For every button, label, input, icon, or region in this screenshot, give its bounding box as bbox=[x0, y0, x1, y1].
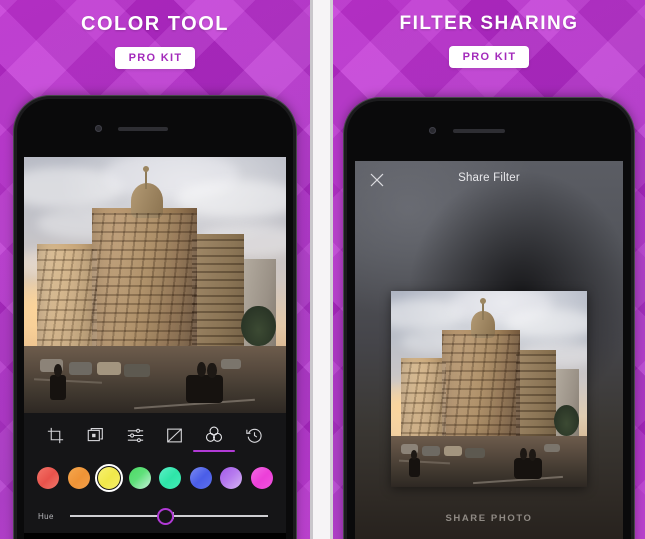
panel-color-tool: COLOR TOOL PRO KIT Hue bbox=[0, 0, 310, 539]
divider-edge-left bbox=[310, 0, 313, 539]
frames-icon[interactable] bbox=[80, 413, 110, 457]
phone-bezel: Share Filter SHARE PHOTO bbox=[347, 101, 631, 539]
photo-canvas[interactable] bbox=[24, 157, 286, 413]
pro-kit-badge: PRO KIT bbox=[114, 47, 196, 69]
street-tree bbox=[241, 305, 276, 347]
swatch-blue[interactable] bbox=[189, 467, 212, 489]
phone-bezel: Hue bbox=[17, 99, 293, 539]
parked-car bbox=[465, 447, 486, 458]
sheet-title: Share Filter bbox=[458, 172, 520, 184]
editor-toolbar bbox=[24, 413, 286, 457]
panel-divider bbox=[310, 0, 333, 539]
hue-slider-thumb[interactable] bbox=[157, 508, 175, 525]
share-photo-button[interactable]: SHARE PHOTO bbox=[355, 513, 623, 524]
phone-screen-left: Hue bbox=[24, 157, 286, 539]
front-camera-icon bbox=[95, 125, 102, 132]
swatch-teal[interactable] bbox=[159, 467, 182, 489]
parked-car bbox=[97, 361, 121, 375]
parked-car bbox=[123, 364, 150, 378]
swatch-purple[interactable] bbox=[220, 467, 243, 489]
sliders-icon[interactable] bbox=[120, 413, 150, 457]
parked-car bbox=[422, 445, 440, 456]
color-swatch-row bbox=[24, 457, 286, 499]
dome-spire bbox=[481, 301, 484, 320]
swatch-yellow[interactable] bbox=[95, 464, 124, 492]
active-tab-indicator bbox=[193, 450, 236, 452]
rider-head bbox=[520, 447, 528, 460]
phone-screen-right: Share Filter SHARE PHOTO bbox=[355, 161, 623, 539]
parked-car bbox=[220, 359, 242, 370]
share-topbar: Share Filter bbox=[355, 161, 623, 199]
hue-slider[interactable] bbox=[70, 507, 268, 525]
crop-icon[interactable] bbox=[41, 413, 71, 457]
page-title: FILTER SHARING bbox=[399, 13, 579, 34]
rider-head bbox=[411, 449, 418, 460]
motorcycle-left bbox=[408, 457, 421, 478]
street-tree bbox=[553, 404, 580, 437]
dome-spire bbox=[145, 171, 148, 190]
earpiece-speaker bbox=[118, 127, 168, 131]
panel-filter-sharing: FILTER SHARING PRO KIT Share Filter SHAR… bbox=[333, 0, 645, 539]
rider-head bbox=[207, 363, 217, 379]
rider-head bbox=[53, 364, 62, 378]
history-icon[interactable] bbox=[239, 413, 269, 457]
share-filter-sheet: Share Filter SHARE PHOTO bbox=[355, 161, 623, 539]
phone-mockup-right: Share Filter SHARE PHOTO bbox=[344, 98, 634, 539]
parked-car bbox=[443, 445, 462, 456]
right-header: FILTER SHARING PRO KIT bbox=[333, 0, 645, 68]
parked-car bbox=[68, 361, 93, 375]
parked-car bbox=[543, 443, 560, 452]
motorcycle-right bbox=[186, 374, 224, 403]
motorcycle-left bbox=[50, 374, 66, 401]
pro-kit-badge: PRO KIT bbox=[448, 46, 530, 68]
app-root: COLOR TOOL PRO KIT Hue FILTER SHARING PR… bbox=[0, 0, 645, 539]
left-header: COLOR TOOL PRO KIT bbox=[0, 0, 310, 69]
swatch-magenta[interactable] bbox=[250, 467, 273, 489]
color-wheel-icon[interactable] bbox=[193, 413, 236, 457]
swatch-orange[interactable] bbox=[67, 467, 90, 489]
rider-head bbox=[529, 448, 537, 461]
swatch-green[interactable] bbox=[128, 467, 151, 489]
motorcycle-right bbox=[514, 457, 542, 480]
phone-mockup-left: Hue bbox=[14, 96, 296, 539]
curves-icon[interactable] bbox=[160, 413, 190, 457]
hue-slider-row: Hue bbox=[24, 499, 286, 533]
hue-label: Hue bbox=[38, 511, 54, 521]
earpiece-speaker bbox=[453, 129, 505, 133]
page-title: COLOR TOOL bbox=[81, 13, 229, 35]
filter-preview-photo[interactable] bbox=[391, 291, 587, 487]
swatch-red[interactable] bbox=[37, 467, 59, 489]
front-camera-icon bbox=[429, 127, 436, 134]
dome-finial bbox=[480, 297, 487, 304]
